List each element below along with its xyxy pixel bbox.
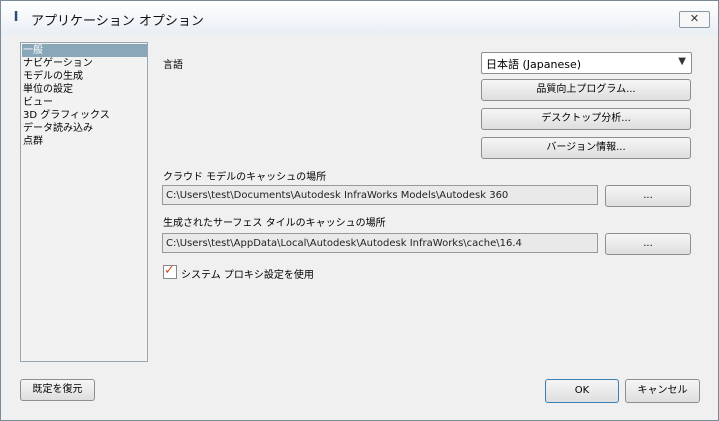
window-title: アプリケーション オプション — [31, 14, 204, 29]
surface-cache-browse-button[interactable]: ... — [605, 233, 691, 255]
category-item-data-import[interactable]: データ読み込み — [22, 122, 147, 135]
category-list: 一般 ナビゲーション モデルの生成 単位の設定 ビュー 3D グラフィックス デ… — [20, 42, 148, 362]
proxy-label: システム プロキシ設定を使用 — [181, 270, 314, 281]
proxy-checkbox[interactable]: ✓ — [163, 263, 177, 279]
cloud-cache-path-field[interactable] — [162, 185, 599, 205]
category-item-general[interactable]: 一般 — [22, 44, 147, 57]
quality-program-button[interactable]: 品質向上プログラム... — [481, 79, 691, 101]
options-dialog: I アプリケーション オプション ✕ 一般 ナビゲーション モデルの生成 単位の… — [0, 0, 719, 421]
title-bar: I アプリケーション オプション ✕ — [1, 1, 718, 35]
surface-cache-path-field[interactable] — [162, 233, 599, 253]
category-item-units[interactable]: 単位の設定 — [22, 83, 147, 96]
language-select[interactable]: 日本語 (Japanese) ▼ — [481, 52, 692, 74]
version-info-button[interactable]: バージョン情報... — [481, 137, 691, 159]
restore-defaults-button[interactable]: 既定を復元 — [20, 379, 95, 401]
close-button[interactable]: ✕ — [679, 11, 710, 28]
category-item-3d-graphics[interactable]: 3D グラフィックス — [22, 109, 147, 122]
surface-cache-path-input[interactable] — [163, 234, 599, 252]
language-value: 日本語 (Japanese) — [486, 58, 582, 71]
desktop-analytics-button[interactable]: デスクトップ分析... — [481, 108, 691, 130]
language-label: 言語 — [163, 60, 183, 71]
category-item-view[interactable]: ビュー — [22, 96, 147, 109]
ok-button[interactable]: OK — [545, 379, 619, 403]
infraworks-logo-icon: I — [13, 10, 19, 25]
cloud-cache-path-input[interactable] — [163, 186, 599, 204]
category-item-model-generation[interactable]: モデルの生成 — [22, 70, 147, 83]
cancel-button[interactable]: キャンセル — [625, 379, 700, 403]
check-icon: ✓ — [164, 263, 175, 278]
category-item-point-cloud[interactable]: 点群 — [22, 135, 147, 148]
category-item-navigation[interactable]: ナビゲーション — [22, 57, 147, 70]
surface-cache-label: 生成されたサーフェス タイルのキャッシュの場所 — [163, 218, 386, 229]
cloud-cache-label: クラウド モデルのキャッシュの場所 — [163, 172, 327, 183]
chevron-down-icon: ▼ — [678, 56, 686, 67]
cloud-cache-browse-button[interactable]: ... — [605, 185, 691, 207]
